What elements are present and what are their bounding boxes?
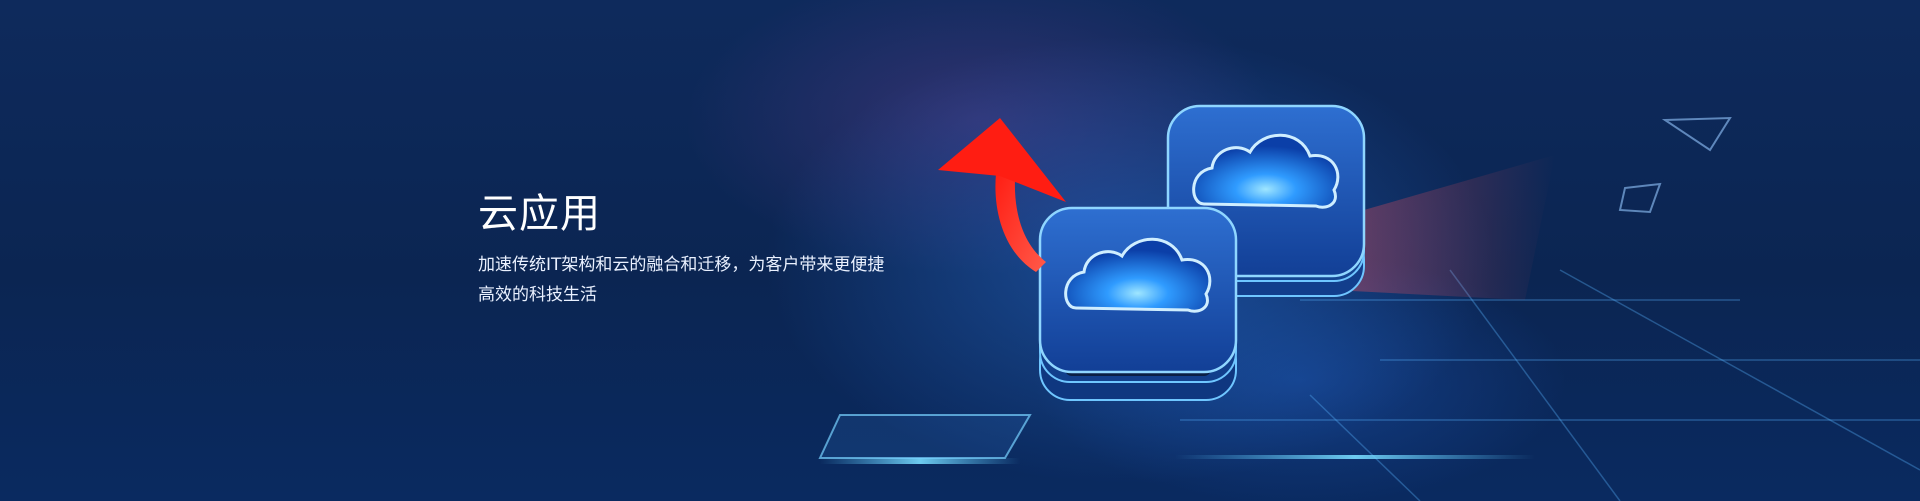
banner-description: 加速传统IT架构和云的融合和迁移，为客户带来更便捷 高效的科技生活 xyxy=(478,250,938,310)
banner-text: 云应用 加速传统IT架构和云的融合和迁移，为客户带来更便捷 高效的科技生活 xyxy=(478,186,938,310)
description-line-2: 高效的科技生活 xyxy=(478,285,597,305)
front-cloud-server xyxy=(1038,206,1238,401)
banner-illustration xyxy=(818,104,1920,501)
description-line-1: 加速传统IT架构和云的融合和迁移，为客户带来更便捷 xyxy=(478,255,885,275)
page-title: 云应用 xyxy=(478,191,601,237)
hero-banner: 云应用 加速传统IT架构和云的融合和迁移，为客户带来更便捷 高效的科技生活 xyxy=(0,0,1920,501)
